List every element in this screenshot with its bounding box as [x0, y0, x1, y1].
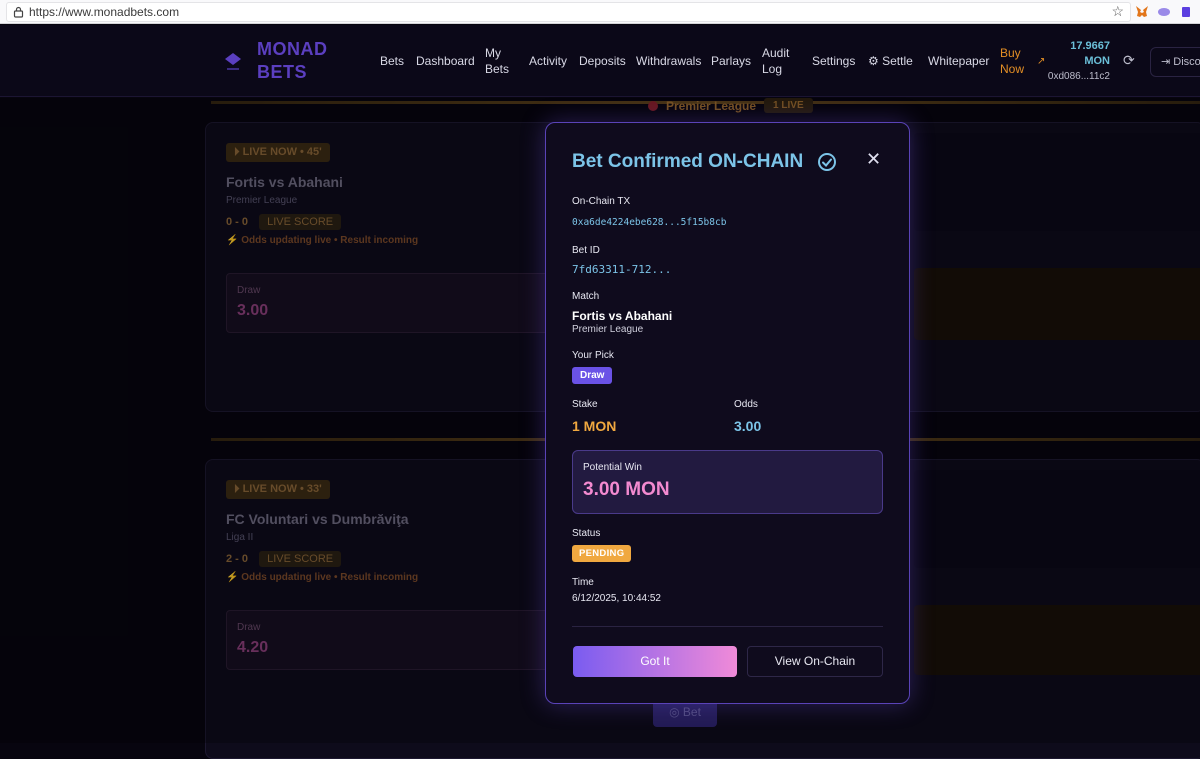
nav-parlays[interactable]: Parlays: [711, 53, 751, 69]
nav-settle[interactable]: ⚙ Settle: [868, 53, 913, 69]
stake-value: 1 MON: [572, 418, 617, 434]
nav-my-bets[interactable]: My Bets: [485, 45, 509, 77]
address-bar[interactable]: https://www.monadbets.com ☆: [6, 1, 1131, 22]
extension-icon-2[interactable]: [1175, 2, 1197, 22]
nav-settings[interactable]: Settings: [812, 53, 855, 69]
tx-label: On-Chain TX: [572, 196, 631, 207]
odds-label: Odds: [734, 399, 758, 410]
win-label: Potential Win: [583, 462, 642, 473]
logo-text[interactable]: MONAD BETS: [257, 38, 347, 84]
got-it-button[interactable]: Got It: [573, 646, 737, 677]
nav-dashboard[interactable]: Dashboard: [416, 53, 475, 69]
divider: [572, 626, 883, 627]
nav-whitepaper[interactable]: Whitepaper: [928, 53, 989, 69]
bet-id-label: Bet ID: [572, 245, 600, 256]
match-value: Fortis vs Abahani: [572, 309, 673, 323]
view-on-chain-button[interactable]: View On-Chain: [747, 646, 883, 677]
time-label: Time: [572, 577, 594, 588]
nav-deposits[interactable]: Deposits: [579, 53, 626, 69]
pick-badge: Draw: [572, 367, 613, 384]
time-value: 6/12/2025, 10:44:52: [572, 593, 661, 604]
win-value: 3.00 MON: [583, 479, 670, 500]
status-label: Status: [572, 528, 601, 539]
bet-id-value: 7fd63311-712...: [572, 263, 672, 276]
check-circle-icon: [818, 153, 836, 171]
close-icon[interactable]: ✕: [866, 149, 881, 170]
modal-title: Bet Confirmed ON-CHAIN: [572, 151, 804, 172]
nav-bets[interactable]: Bets: [380, 53, 404, 69]
browser-toolbar: https://www.monadbets.com ☆: [0, 0, 1200, 24]
refresh-icon[interactable]: ⟳: [1123, 52, 1135, 69]
bet-confirmed-modal: Bet Confirmed ON-CHAIN ✕ On-Chain TX 0xa…: [545, 122, 910, 704]
match-label: Match: [572, 291, 600, 302]
gear-icon: ⚙: [868, 54, 879, 68]
monad-logo-icon: [225, 53, 241, 70]
logout-icon: ⇥: [1161, 56, 1171, 68]
wallet-address: 0xd086...11c2: [1047, 71, 1110, 82]
disconnect-button[interactable]: ⇥ Disco: [1150, 47, 1200, 77]
lock-icon: [7, 6, 29, 18]
pick-label: Your Pick: [572, 350, 614, 361]
extension-icon[interactable]: [1153, 2, 1175, 22]
odds-value: 3.00: [734, 418, 762, 434]
external-link-icon[interactable]: ↗: [1037, 54, 1045, 70]
potential-win-box: Potential Win 3.00 MON: [572, 450, 883, 514]
stake-label: Stake: [572, 399, 598, 410]
nav-withdrawals[interactable]: Withdrawals: [636, 53, 701, 69]
tx-hash: 0xa6de4224ebe628...5f15b8cb: [572, 217, 727, 228]
nav-audit-log[interactable]: Audit Log: [762, 45, 789, 77]
bookmark-star-icon[interactable]: ☆: [1111, 3, 1124, 20]
nav-buy-now[interactable]: Buy Now: [1000, 45, 1024, 77]
league-value: Premier League: [572, 324, 644, 335]
metamask-extension-icon[interactable]: [1131, 2, 1153, 22]
nav-activity[interactable]: Activity: [529, 53, 567, 69]
status-badge: PENDING: [572, 545, 632, 562]
wallet-balance: 17.9667 MON 0xd086...11c2: [1047, 40, 1110, 82]
url-text: https://www.monadbets.com: [29, 4, 180, 19]
app-navbar: MONAD BETS Bets Dashboard My Bets Activit…: [0, 25, 1200, 97]
